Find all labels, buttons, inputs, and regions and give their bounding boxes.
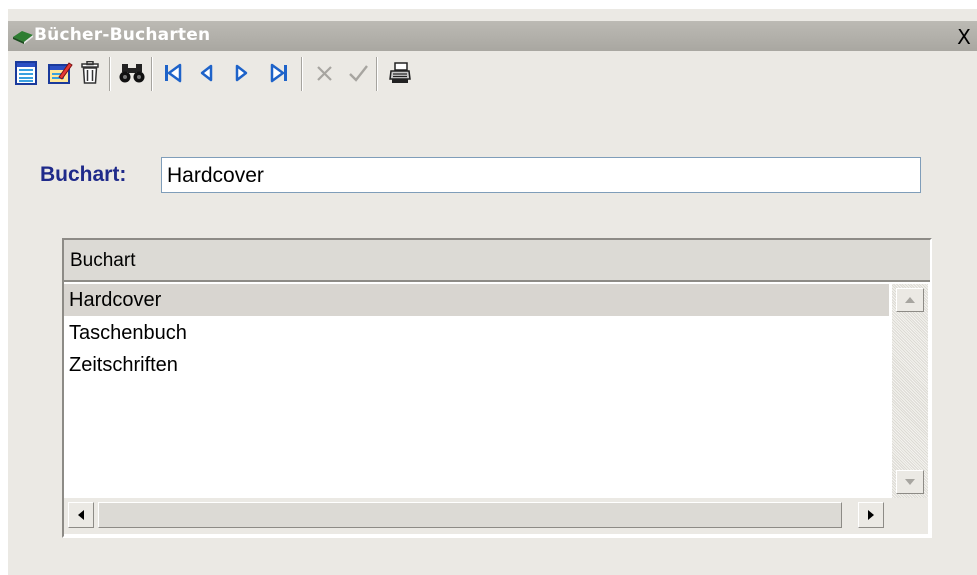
new-record-button[interactable] bbox=[12, 59, 40, 87]
delete-button[interactable] bbox=[76, 59, 104, 87]
last-record-icon bbox=[270, 63, 287, 83]
book-icon bbox=[13, 31, 33, 44]
next-record-button[interactable] bbox=[228, 59, 256, 87]
window-title: Bücher-Bucharten bbox=[34, 25, 211, 45]
scroll-left-button[interactable] bbox=[68, 502, 94, 528]
close-icon: X bbox=[957, 25, 971, 49]
previous-record-button[interactable] bbox=[192, 59, 220, 87]
scroll-right-button[interactable] bbox=[858, 502, 884, 528]
edit-record-icon bbox=[48, 62, 73, 84]
grid-row[interactable]: Hardcover bbox=[64, 284, 889, 316]
chevron-left-icon bbox=[78, 510, 84, 520]
grid-row[interactable]: Zeitschriften bbox=[64, 349, 889, 381]
first-record-icon bbox=[165, 63, 182, 83]
cancel-icon bbox=[317, 66, 332, 81]
grid-row[interactable]: Taschenbuch bbox=[64, 317, 889, 349]
previous-record-icon bbox=[200, 64, 213, 82]
window: Bücher-Bucharten X Buchart: Hardcover Bu… bbox=[8, 9, 977, 575]
buchart-grid[interactable]: Buchart Hardcover Taschenbuch Zeitschrif… bbox=[62, 238, 932, 538]
vertical-scrollbar[interactable] bbox=[892, 284, 928, 498]
buchart-label: Buchart: bbox=[40, 163, 127, 186]
print-icon bbox=[389, 62, 411, 83]
chevron-up-icon bbox=[905, 297, 915, 303]
chevron-right-icon bbox=[868, 510, 874, 520]
buchart-input[interactable]: Hardcover bbox=[161, 157, 921, 193]
search-button[interactable] bbox=[118, 59, 146, 87]
chevron-down-icon bbox=[905, 479, 915, 485]
grid-column-header[interactable]: Buchart bbox=[64, 240, 930, 282]
delete-icon bbox=[81, 61, 99, 84]
cancel-button[interactable] bbox=[310, 59, 338, 87]
scroll-down-button[interactable] bbox=[896, 470, 924, 494]
first-record-button[interactable] bbox=[158, 59, 186, 87]
last-record-button[interactable] bbox=[266, 59, 294, 87]
scrollbar-corner bbox=[892, 498, 928, 534]
toolbar bbox=[8, 53, 977, 95]
confirm-icon bbox=[349, 65, 368, 82]
edit-record-button[interactable] bbox=[46, 59, 74, 87]
next-record-icon bbox=[235, 64, 248, 82]
horizontal-scroll-thumb[interactable] bbox=[98, 502, 842, 528]
horizontal-scrollbar[interactable] bbox=[64, 498, 928, 534]
print-button[interactable] bbox=[386, 59, 414, 87]
scroll-up-button[interactable] bbox=[896, 288, 924, 312]
title-bar[interactable]: Bücher-Bucharten X bbox=[8, 21, 977, 51]
new-record-icon bbox=[15, 61, 37, 85]
confirm-button[interactable] bbox=[344, 59, 372, 87]
search-binoculars-icon bbox=[119, 64, 145, 83]
close-button[interactable]: X bbox=[953, 27, 975, 47]
